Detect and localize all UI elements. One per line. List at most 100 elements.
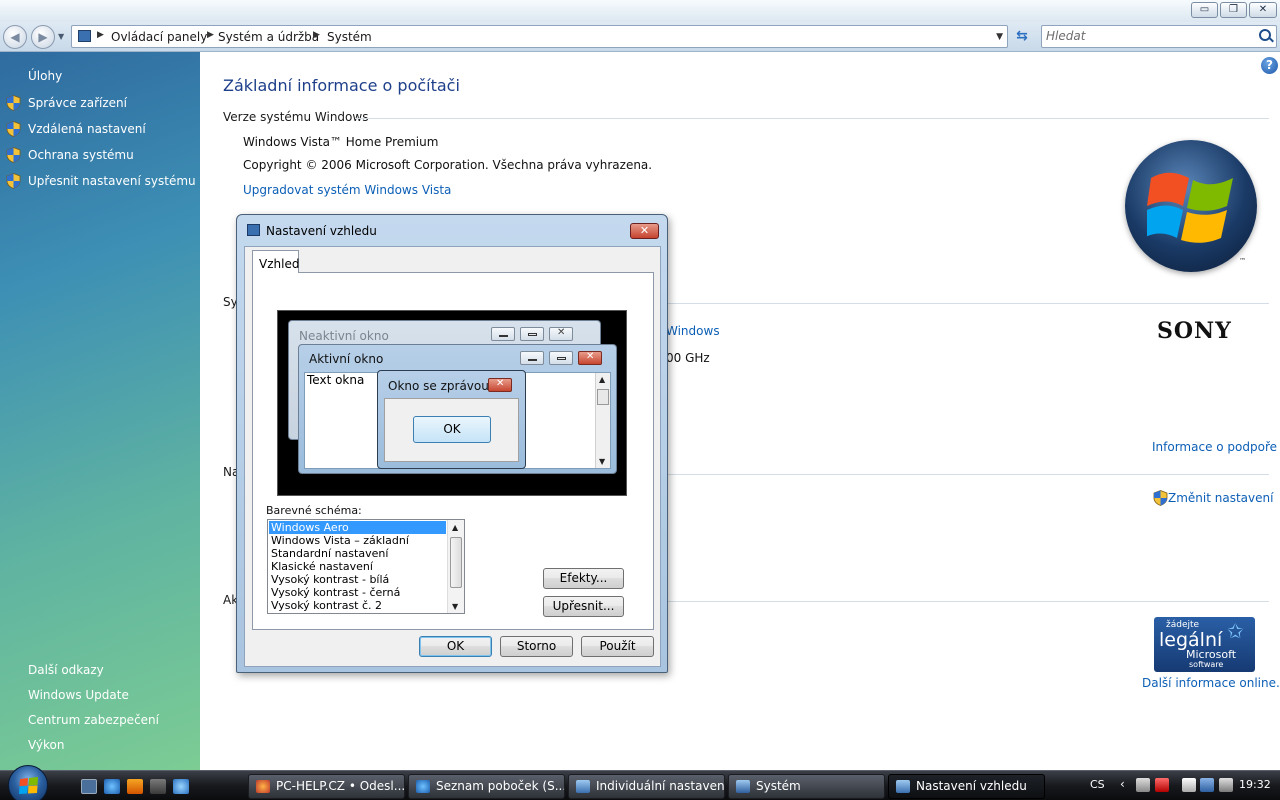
copyright-text: Copyright © 2006 Microsoft Corporation. …: [243, 158, 653, 172]
support-info-link[interactable]: Informace o podpoře: [1152, 440, 1277, 454]
sidebar-item-remote-settings[interactable]: Vzdálená nastavení: [6, 121, 146, 139]
scheme-list-scrollbar[interactable]: ▲ ▼: [447, 520, 464, 613]
scheme-option-high-contrast-black[interactable]: Vysoký kontrast - černá: [269, 586, 446, 599]
start-button[interactable]: [8, 765, 48, 800]
taskbar-button-system[interactable]: Systém: [728, 774, 885, 799]
breadcrumb-separator-icon[interactable]: ▶: [313, 30, 320, 40]
scheme-option-vista-basic[interactable]: Windows Vista – základní: [269, 534, 446, 547]
sidebar-item-label: Správce zařízení: [28, 96, 127, 110]
refresh-button[interactable]: ⇆: [1011, 26, 1033, 48]
taskbar-button-label: Individuální nastavení: [596, 779, 725, 793]
sidebar-item-advanced-settings[interactable]: Upřesnit nastavení systému: [6, 173, 196, 191]
search-box[interactable]: [1041, 25, 1277, 48]
preview-ok-button: OK: [413, 416, 491, 443]
sidebar-item-system-protection[interactable]: Ochrana systému: [6, 147, 134, 165]
scheme-option-high-contrast-white[interactable]: Vysoký kontrast - bílá: [269, 573, 446, 586]
section-divider: [660, 474, 1269, 475]
advanced-button[interactable]: Upřesnit...: [543, 596, 624, 617]
scroll-up-icon: ▲: [599, 375, 606, 384]
rating-link[interactable]: Windows: [666, 324, 720, 338]
scroll-down-icon[interactable]: ▼: [452, 602, 458, 611]
security-tray-icon[interactable]: [1155, 778, 1169, 792]
help-icon[interactable]: ?: [1261, 57, 1278, 74]
address-dropdown-icon[interactable]: ▼: [996, 32, 1003, 42]
effects-button[interactable]: Efekty...: [543, 568, 624, 589]
task-pane: Úlohy Správce zařízení Vzdálená nastaven…: [0, 52, 200, 770]
cancel-button[interactable]: Storno: [500, 636, 573, 657]
taskbar-button-personalization[interactable]: Individuální nastavení: [568, 774, 725, 799]
windows-vista-logo: [1125, 140, 1257, 272]
search-icon[interactable]: [1259, 29, 1271, 41]
shield-icon: [6, 147, 21, 163]
sidebar-item-device-manager[interactable]: Správce zařízení: [6, 95, 127, 113]
back-button[interactable]: ◀: [3, 25, 27, 49]
tab-appearance[interactable]: Vzhled: [252, 250, 299, 273]
taskbar-button-label: Nastavení vzhledu: [916, 779, 1027, 793]
address-bar[interactable]: ▶ Ovládací panely ▶ Systém a údržba ▶ Sy…: [71, 25, 1008, 48]
color-scheme-list[interactable]: Windows Aero Windows Vista – základní St…: [267, 519, 465, 614]
scheme-option-standard[interactable]: Standardní nastavení: [269, 547, 446, 560]
media-player-icon[interactable]: [127, 779, 143, 794]
more-info-online-link[interactable]: Další informace online...: [1142, 676, 1280, 690]
star-icon: ✩: [1227, 619, 1244, 643]
battery-icon[interactable]: [1182, 778, 1196, 792]
maximize-button[interactable]: ❐: [1220, 2, 1247, 18]
switch-windows-icon[interactable]: [150, 779, 166, 794]
minimize-icon: [520, 351, 544, 365]
tray-expand-icon[interactable]: ‹: [1120, 777, 1125, 791]
section-divider: [660, 303, 1269, 304]
breadcrumb-system-maintenance[interactable]: Systém a údržba: [218, 30, 319, 44]
link-windows-update[interactable]: Windows Update: [28, 688, 129, 702]
link-security-center[interactable]: Centrum zabezpečení: [28, 713, 159, 727]
history-dropdown-icon[interactable]: ▼: [58, 32, 64, 41]
breadcrumb-control-panel[interactable]: Ovládací panely: [111, 30, 207, 44]
genuine-microsoft-logo[interactable]: žádejte legální Microsoft software ✩: [1154, 617, 1255, 672]
scheme-option-windows-aero[interactable]: Windows Aero: [269, 521, 446, 534]
link-performance[interactable]: Výkon: [28, 738, 64, 752]
taskbar-button-appearance-settings[interactable]: Nastavení vzhledu: [888, 774, 1045, 799]
upgrade-link[interactable]: Upgradovat systém Windows Vista: [243, 183, 451, 197]
language-indicator[interactable]: CS: [1090, 778, 1105, 791]
scheme-option-high-contrast-2[interactable]: Vysoký kontrast č. 2: [269, 599, 446, 612]
ok-button[interactable]: OK: [419, 636, 492, 657]
apply-button[interactable]: Použít: [581, 636, 654, 657]
close-window-button[interactable]: ✕: [1249, 2, 1277, 18]
minimize-button[interactable]: ▭: [1191, 2, 1218, 18]
color-scheme-label: Barevné schéma:: [266, 504, 362, 517]
scroll-thumb[interactable]: [450, 537, 462, 588]
tasks-heading: Úlohy: [28, 69, 63, 83]
volume-icon[interactable]: [1219, 778, 1233, 792]
close-icon: ✕: [549, 327, 573, 341]
taskbar-button-pc-help[interactable]: PC-HELP.CZ • Odesl...: [248, 774, 405, 799]
firefox-icon: [256, 780, 270, 793]
minimize-icon: [491, 327, 515, 341]
clock[interactable]: 19:32: [1239, 778, 1271, 791]
search-input[interactable]: [1046, 29, 1246, 43]
search-quicklaunch-icon[interactable]: [173, 779, 189, 794]
maximize-icon: [549, 351, 573, 365]
close-icon: ✕: [639, 224, 650, 237]
pen-tray-icon[interactable]: [1136, 778, 1150, 792]
breadcrumb-system[interactable]: Systém: [327, 30, 372, 44]
dialog-close-button[interactable]: ✕: [630, 223, 659, 239]
taskbar-button-branch-list[interactable]: Seznam poboček (S...: [408, 774, 565, 799]
forward-button[interactable]: ▶: [31, 25, 55, 49]
network-icon[interactable]: [1200, 778, 1214, 792]
section-divider: [660, 601, 1269, 602]
preview-message-box: Okno se zprávou ✕ OK: [377, 370, 526, 469]
change-settings-link[interactable]: Změnit nastavení: [1153, 490, 1273, 506]
scheme-option-classic[interactable]: Klasické nastavení: [269, 560, 446, 573]
windows-edition-heading: Verze systému Windows: [223, 110, 369, 124]
breadcrumb-separator-icon[interactable]: ▶: [207, 30, 214, 40]
ie-icon[interactable]: [104, 779, 120, 794]
dialog-title: Nastavení vzhledu: [266, 224, 377, 238]
see-also-heading: Další odkazy: [28, 663, 104, 677]
trademark-mark: ™: [1239, 257, 1246, 265]
dialog-client-area: Vzhled Neaktivní okno ✕ Aktivní okno ✕ T…: [244, 246, 661, 667]
preview-active-title: Aktivní okno: [309, 352, 384, 366]
show-desktop-icon[interactable]: [81, 779, 97, 794]
ie-icon: [416, 780, 430, 793]
breadcrumb-separator-icon[interactable]: ▶: [97, 30, 104, 40]
scroll-up-icon[interactable]: ▲: [452, 523, 458, 532]
refresh-icon: ⇆: [1016, 28, 1028, 44]
